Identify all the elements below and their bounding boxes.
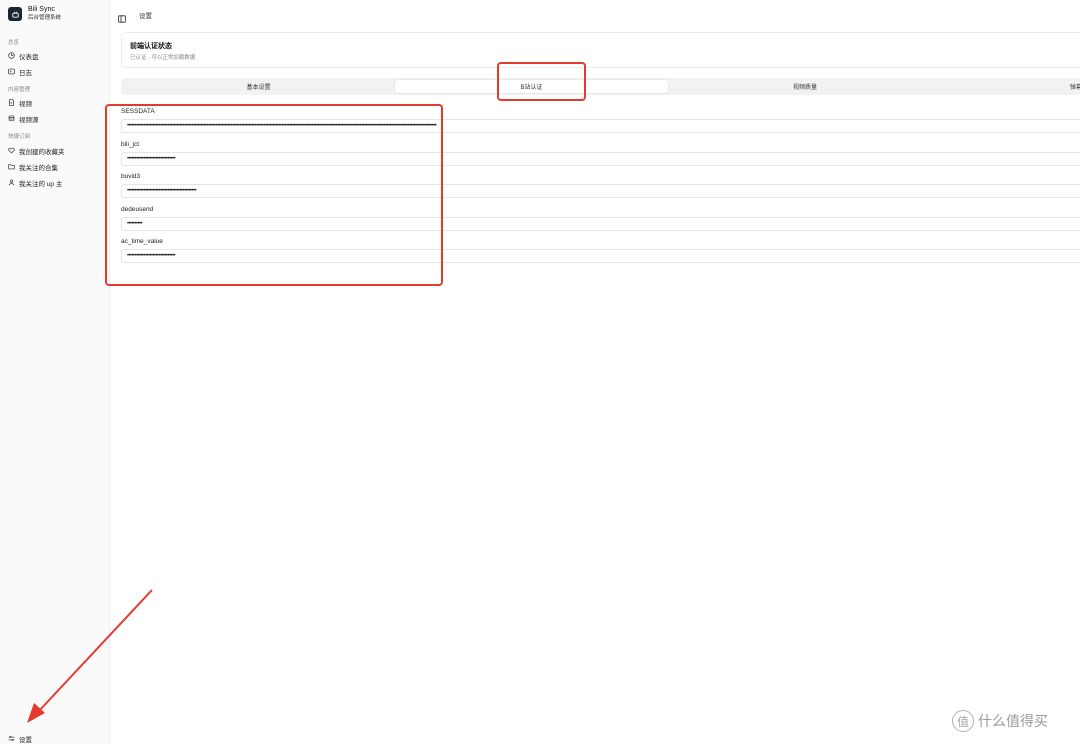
annotation-arrow-icon [27, 589, 153, 723]
watermark-text: 什么值得买 [978, 713, 1048, 729]
watermark-logo-icon: 值 [952, 710, 974, 732]
watermark: 值 什么值得买 [952, 710, 1048, 732]
app-window: Bili Sync 后台管理系统 总览 仪表盘 日志 内容管理 视频 视频源 快… [0, 0, 1080, 744]
